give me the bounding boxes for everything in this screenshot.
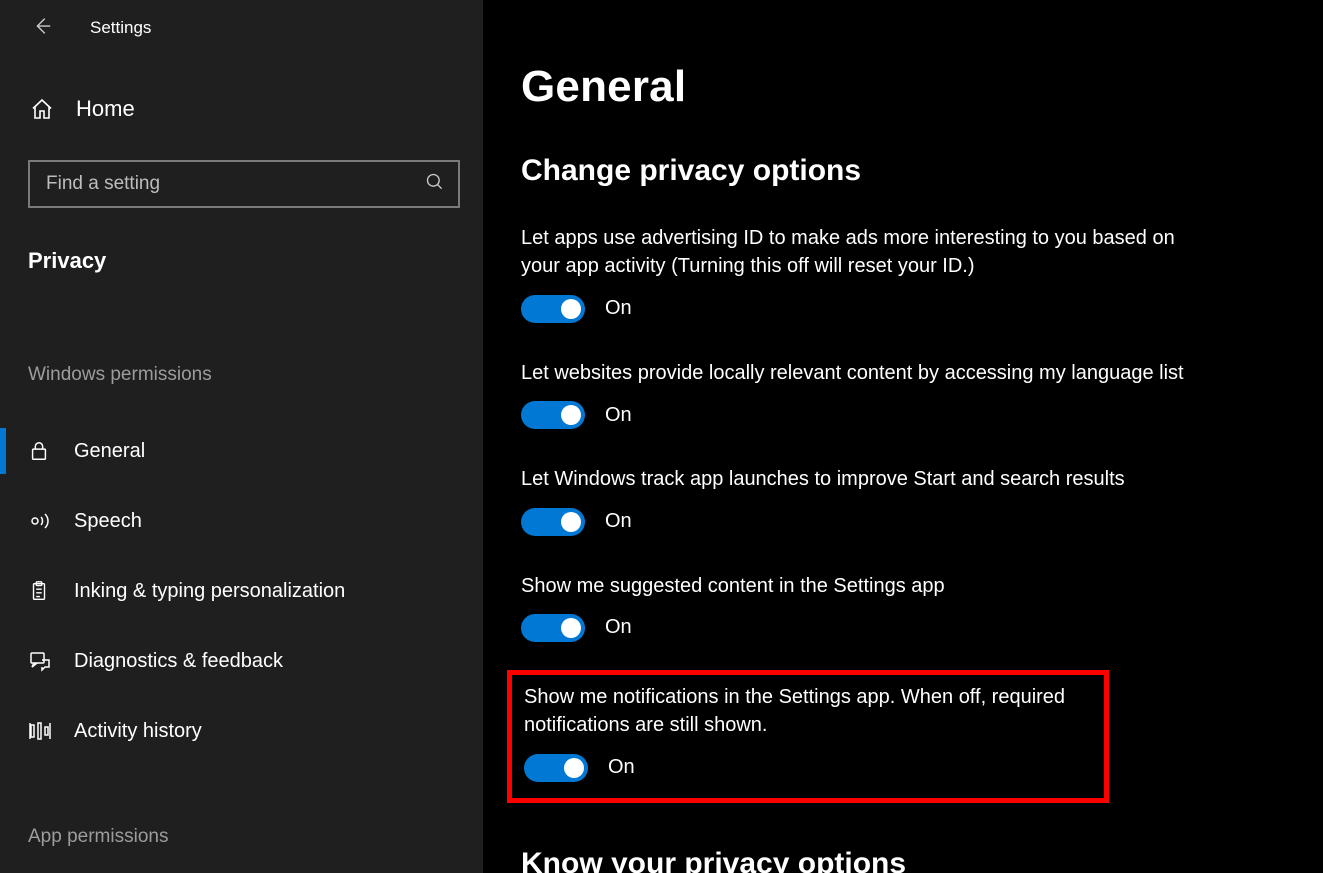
toggle-row: On: [521, 614, 1186, 642]
feedback-icon: [28, 649, 60, 673]
back-button[interactable]: [22, 8, 62, 48]
nav-item-activity[interactable]: Activity history: [0, 696, 483, 766]
setting-desc: Show me suggested content in the Setting…: [521, 572, 1186, 600]
nav-list: General Speech Inking & typing personali…: [0, 416, 483, 766]
home-nav[interactable]: Home: [30, 96, 483, 122]
speech-icon: [28, 509, 60, 533]
toggle-state-label: On: [608, 756, 635, 779]
toggle-state-label: On: [605, 297, 632, 320]
nav-item-label: Speech: [74, 510, 142, 533]
toggle-track-launches[interactable]: [521, 508, 585, 536]
toggle-state-label: On: [605, 616, 632, 639]
main-content: General Change privacy options Let apps …: [483, 0, 1323, 873]
setting-desc: Let Windows track app launches to improv…: [521, 465, 1186, 493]
nav-item-label: Inking & typing personalization: [74, 580, 345, 603]
toggle-state-label: On: [605, 510, 632, 533]
toggle-row: On: [521, 295, 1186, 323]
nav-item-label: Diagnostics & feedback: [74, 650, 283, 673]
section-header-windows-permissions: Windows permissions: [28, 364, 483, 386]
search-wrap: [28, 160, 461, 208]
section-title-change-privacy: Change privacy options: [521, 154, 1283, 188]
lock-icon: [28, 440, 60, 462]
setting-suggested-content: Show me suggested content in the Setting…: [521, 572, 1186, 642]
nav-item-inking[interactable]: Inking & typing personalization: [0, 556, 483, 626]
toggle-suggested-content[interactable]: [521, 614, 585, 642]
toggle-state-label: On: [605, 404, 632, 427]
toggle-notifications[interactable]: [524, 754, 588, 782]
titlebar: Settings: [0, 8, 483, 48]
clipboard-icon: [28, 580, 60, 602]
activity-icon: [28, 719, 60, 743]
area-label: Privacy: [28, 248, 483, 274]
setting-track-launches: Let Windows track app launches to improv…: [521, 465, 1186, 535]
setting-desc: Show me notifications in the Settings ap…: [524, 683, 1092, 740]
search-input[interactable]: [28, 160, 460, 208]
nav-item-general[interactable]: General: [0, 416, 483, 486]
nav-item-label: General: [74, 440, 145, 463]
back-arrow-icon: [31, 15, 53, 42]
toggle-row: On: [521, 401, 1186, 429]
setting-notifications: Show me notifications in the Settings ap…: [524, 683, 1092, 782]
nav-item-speech[interactable]: Speech: [0, 486, 483, 556]
section-title-know-your-privacy: Know your privacy options: [521, 847, 1283, 873]
page-title: General: [521, 62, 1283, 112]
sidebar: Settings Home Privacy Windows permission…: [0, 0, 483, 873]
setting-desc: Let apps use advertising ID to make ads …: [521, 224, 1186, 281]
toggle-row: On: [524, 754, 1092, 782]
toggle-advertising-id[interactable]: [521, 295, 585, 323]
home-label: Home: [76, 96, 135, 122]
nav-item-label: Activity history: [74, 720, 202, 743]
toggle-language-list[interactable]: [521, 401, 585, 429]
setting-advertising-id: Let apps use advertising ID to make ads …: [521, 224, 1186, 323]
nav-item-diagnostics[interactable]: Diagnostics & feedback: [0, 626, 483, 696]
setting-language-list: Let websites provide locally relevant co…: [521, 359, 1186, 429]
setting-desc: Let websites provide locally relevant co…: [521, 359, 1186, 387]
toggle-row: On: [521, 508, 1186, 536]
highlight-annotation: Show me notifications in the Settings ap…: [507, 670, 1109, 803]
section-header-app-permissions: App permissions: [28, 826, 483, 848]
app-title: Settings: [90, 18, 151, 38]
home-icon: [30, 97, 60, 121]
